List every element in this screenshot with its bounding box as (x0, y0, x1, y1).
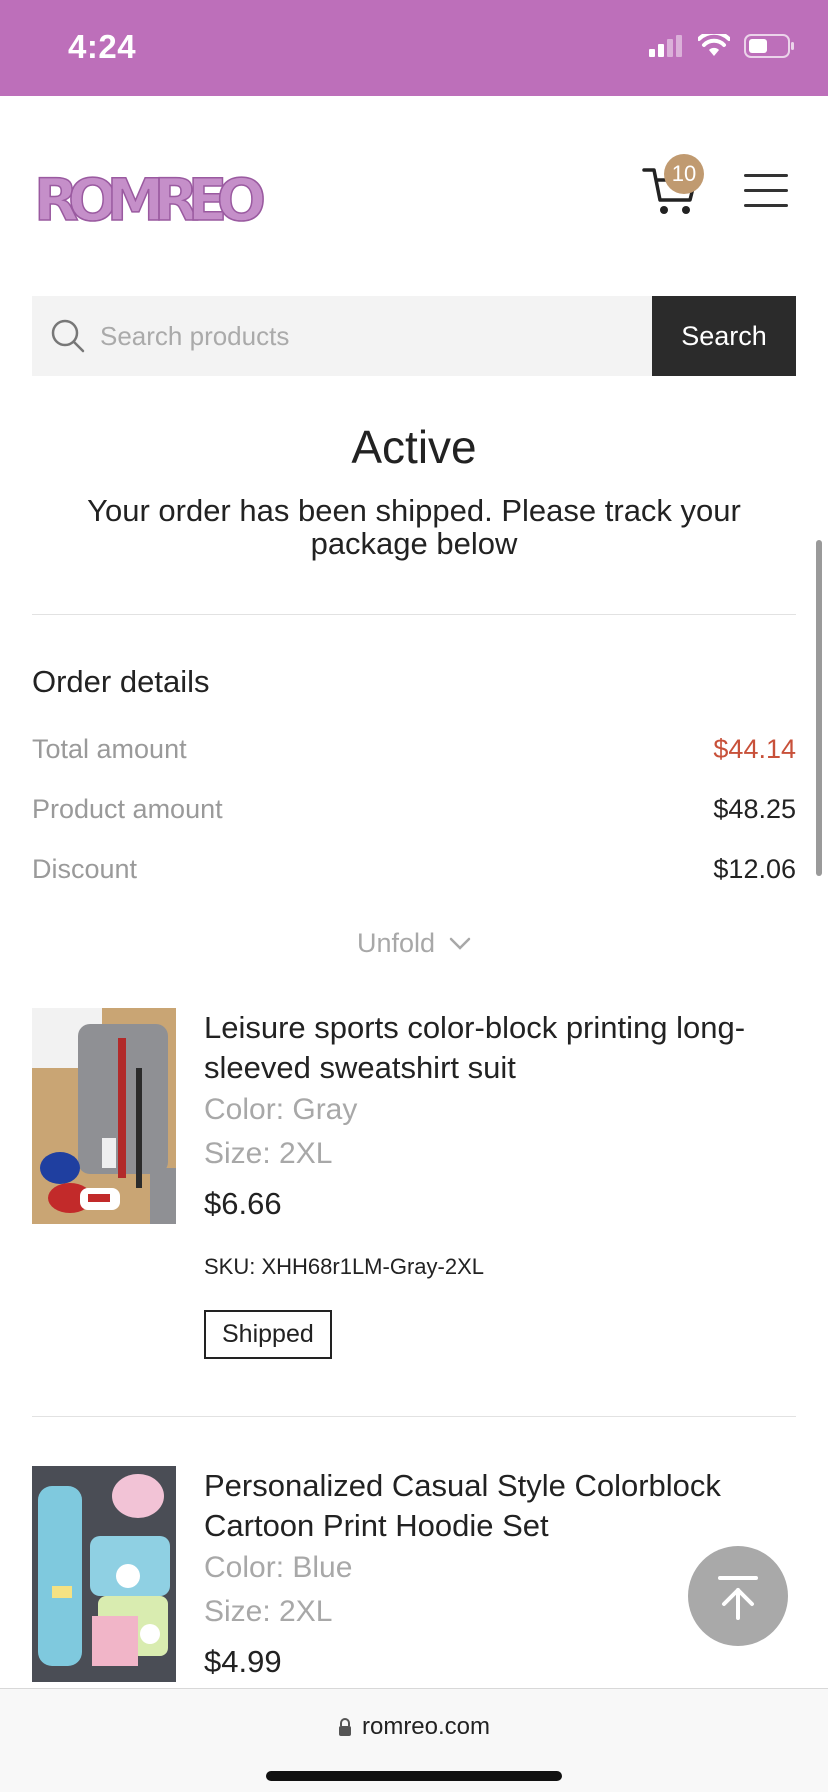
discount-row: Discount $12.06 (32, 854, 796, 885)
search-input[interactable] (100, 320, 600, 352)
status-time: 4:24 (68, 28, 137, 65)
unfold-label: Unfold (356, 928, 436, 958)
product-amount-label: Product amount (32, 794, 223, 824)
product-info: Leisure sports color-block printing long… (204, 1008, 796, 1359)
order-status-title: Active (351, 421, 477, 473)
search-field (32, 296, 652, 376)
menu-icon-bar (744, 204, 788, 207)
url-text: romreo.com (361, 1713, 491, 1740)
search-bar: Search (32, 296, 796, 376)
product-price: $4.99 (204, 1644, 282, 1679)
page-scrollbar[interactable] (816, 540, 822, 876)
wifi-icon (698, 34, 730, 56)
divider (32, 614, 796, 615)
discount-value: $12.06 (713, 854, 796, 884)
unfold-button[interactable]: Unfold (0, 928, 828, 959)
home-indicator[interactable] (266, 1771, 562, 1781)
back-to-top-button[interactable] (688, 1546, 788, 1646)
status-bar: 4:24 (0, 0, 828, 96)
product-color: Color: Gray (204, 1093, 358, 1126)
total-amount-label: Total amount (32, 734, 187, 764)
shipped-status-badge: Shipped (204, 1310, 332, 1359)
total-amount-value: $44.14 (713, 734, 796, 764)
order-item: Personalized Casual Style Colorblock Car… (32, 1466, 796, 1682)
product-image[interactable] (32, 1008, 176, 1224)
product-amount-value: $48.25 (713, 794, 796, 824)
product-image[interactable] (32, 1466, 176, 1682)
search-icon (51, 319, 85, 353)
status-icons (648, 34, 796, 58)
romreo-logo[interactable]: ROMREO (32, 158, 272, 230)
product-price: $6.66 (204, 1186, 282, 1221)
discount-label: Discount (32, 854, 138, 884)
menu-icon-bar (744, 189, 788, 192)
total-amount-row: Total amount $44.14 (32, 734, 796, 765)
browser-bar: romreo.com (0, 1688, 828, 1792)
divider (32, 1416, 796, 1417)
signal-icon (649, 35, 682, 57)
menu-icon-bar (744, 174, 788, 177)
menu-button[interactable] (744, 172, 792, 210)
product-amount-row: Product amount $48.25 (32, 794, 796, 825)
product-sku: SKU: XHH68r1LM-Gray-2XL (204, 1254, 484, 1279)
address-bar[interactable]: romreo.com (0, 1713, 828, 1741)
order-status-message: Your order has been shipped. Please trac… (87, 493, 741, 561)
cart-count-badge: 10 (664, 154, 704, 194)
product-name[interactable]: Personalized Casual Style Colorblock Car… (204, 1466, 796, 1546)
product-size: Size: 2XL (204, 1137, 333, 1170)
chevron-down-icon (449, 937, 471, 950)
arrow-up-icon (718, 1576, 758, 1620)
order-details-title: Order details (32, 664, 210, 699)
search-button[interactable]: Search (652, 296, 796, 376)
lock-icon (338, 1718, 351, 1736)
order-item: Leisure sports color-block printing long… (32, 1008, 796, 1368)
svg-text:ROMREO: ROMREO (34, 166, 268, 230)
battery-icon (744, 34, 794, 58)
product-name[interactable]: Leisure sports color-block printing long… (204, 1008, 796, 1088)
